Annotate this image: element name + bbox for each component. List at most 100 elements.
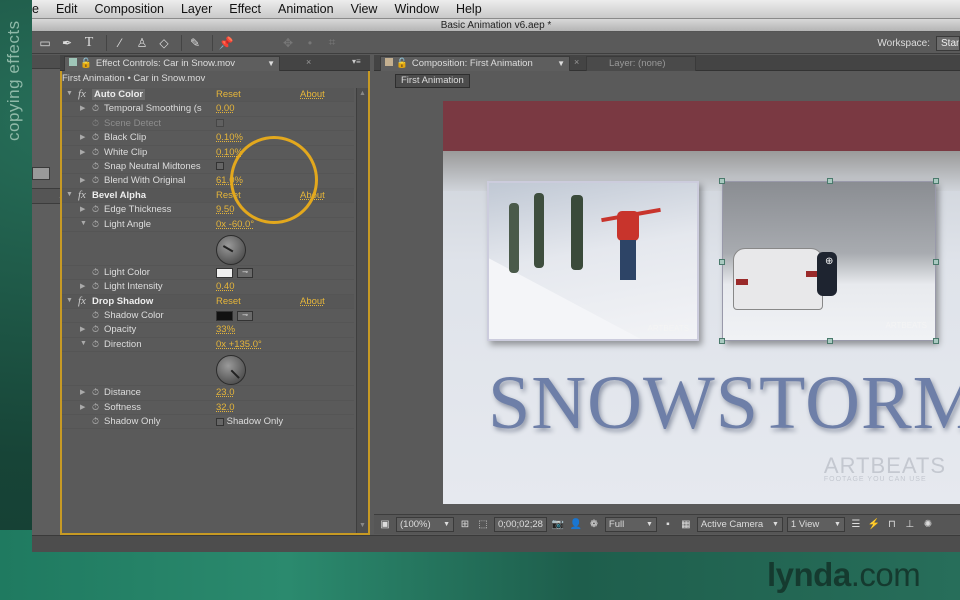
- about-link[interactable]: About: [300, 296, 325, 307]
- expand-triangle-icon[interactable]: ▼: [66, 191, 73, 198]
- property-value[interactable]: 0.00: [216, 103, 235, 114]
- roto-brush-tool-icon[interactable]: ✎: [186, 35, 204, 51]
- composition-viewer[interactable]: ARTBEATS ARTBEATS ⊕ SNOWSTORM ARTBEATS F…: [443, 101, 960, 504]
- expand-triangle-icon[interactable]: ▼: [66, 297, 73, 304]
- stopwatch-icon[interactable]: ⏱: [92, 132, 99, 143]
- always-preview-icon[interactable]: ▣: [378, 518, 392, 532]
- effect-drop-shadow[interactable]: ▼ fx Drop Shadow Reset About: [62, 294, 354, 310]
- workspace-dropdown[interactable]: Standard: [936, 36, 960, 51]
- lock-icon[interactable]: 🔓: [80, 58, 92, 69]
- magnification-dropdown[interactable]: (100%) ▼: [396, 517, 454, 532]
- tab-dropdown-icon[interactable]: ▼: [557, 57, 565, 71]
- transform-handle[interactable]: [933, 259, 939, 265]
- transform-handle[interactable]: [719, 178, 725, 184]
- timeline-icon[interactable]: ⊓: [885, 518, 899, 532]
- stopwatch-icon[interactable]: ⏱: [92, 416, 99, 427]
- property-value[interactable]: 23.0: [216, 387, 235, 398]
- property-value[interactable]: 9.50: [216, 204, 235, 215]
- current-time-field[interactable]: 0;00;02;28: [494, 517, 547, 532]
- stopwatch-icon[interactable]: ⏱: [92, 402, 99, 413]
- expand-triangle-icon[interactable]: ▶: [80, 148, 85, 156]
- stopwatch-icon[interactable]: ⏱: [92, 339, 99, 350]
- expand-triangle-icon[interactable]: ▼: [66, 90, 73, 97]
- stopwatch-icon[interactable]: ⏱: [92, 281, 99, 292]
- eyedropper-icon[interactable]: ⊸: [237, 311, 253, 322]
- clone-stamp-tool-icon[interactable]: ♙: [133, 35, 151, 51]
- property-value[interactable]: 33%: [216, 324, 235, 335]
- transform-handle[interactable]: [933, 338, 939, 344]
- brush-tool-icon[interactable]: ⁄: [111, 35, 129, 51]
- composition-navigator-button[interactable]: First Animation: [395, 74, 470, 88]
- tab-composition[interactable]: 🔓 Composition: First Animation ▼: [380, 56, 570, 71]
- stopwatch-icon[interactable]: ⏱: [92, 267, 99, 278]
- stopwatch-icon[interactable]: ⏱: [92, 175, 99, 186]
- expand-triangle-icon[interactable]: ▶: [80, 403, 85, 411]
- effect-auto-color[interactable]: ▼ fx Auto Color Reset About: [62, 88, 354, 103]
- expand-triangle-icon[interactable]: ▶: [80, 325, 85, 333]
- snapshot-camera-icon[interactable]: 📷: [551, 518, 565, 532]
- property-value[interactable]: 0x -60.0°: [216, 219, 254, 230]
- transform-handle[interactable]: [719, 259, 725, 265]
- property-value[interactable]: 0.40: [216, 281, 235, 292]
- pen-tool-icon[interactable]: ✒: [58, 35, 76, 51]
- expand-triangle-icon[interactable]: ▶: [80, 205, 85, 213]
- property-value[interactable]: 32.0: [216, 402, 235, 413]
- project-search-field[interactable]: [32, 167, 50, 180]
- property-value[interactable]: 0.10%: [216, 147, 243, 158]
- pixel-aspect-icon[interactable]: ☰: [849, 518, 863, 532]
- channel-rgb-icon[interactable]: ❁: [587, 518, 601, 532]
- fast-previews-icon[interactable]: ⚡: [867, 518, 881, 532]
- type-tool-icon[interactable]: T: [80, 35, 98, 51]
- property-value[interactable]: 0.10%: [216, 132, 243, 143]
- effect-bevel-alpha[interactable]: ▼ fx Bevel Alpha Reset About: [62, 188, 354, 204]
- resolution-dropdown[interactable]: Full ▼: [604, 517, 657, 532]
- transform-handle[interactable]: [933, 178, 939, 184]
- menu-view[interactable]: View: [351, 2, 378, 16]
- menu-help[interactable]: Help: [456, 2, 482, 16]
- effect-controls-scrollbar[interactable]: ▲ ▼: [356, 88, 368, 533]
- puppet-pin-tool-icon[interactable]: 📌: [217, 35, 235, 51]
- axis-mode-icon[interactable]: ✥: [279, 35, 297, 51]
- menu-window[interactable]: Window: [394, 2, 438, 16]
- property-value[interactable]: 61.0%: [216, 175, 243, 186]
- panel-menu-icon[interactable]: ▾≡: [352, 57, 361, 66]
- snap-neutral-midtones-checkbox[interactable]: [216, 161, 224, 172]
- stopwatch-icon[interactable]: ⏱: [92, 147, 99, 158]
- eraser-tool-icon[interactable]: ◇: [155, 35, 173, 51]
- flowchart-icon[interactable]: ⊥: [903, 518, 917, 532]
- world-axis-icon[interactable]: •: [301, 35, 319, 51]
- fx-toggle-icon[interactable]: fx: [78, 295, 86, 307]
- safe-zones-icon[interactable]: ⊞: [458, 518, 472, 532]
- expand-triangle-icon[interactable]: ▶: [80, 388, 85, 396]
- exposure-icon[interactable]: ✺: [921, 518, 935, 532]
- scroll-up-icon[interactable]: ▲: [359, 90, 366, 97]
- transform-handle[interactable]: [719, 338, 725, 344]
- fx-toggle-icon[interactable]: fx: [78, 88, 86, 100]
- reset-button[interactable]: Reset: [216, 296, 241, 307]
- tab-dropdown-icon[interactable]: ▼: [267, 57, 275, 71]
- collapse-triangle-icon[interactable]: ▼: [80, 340, 87, 347]
- light-color-swatch[interactable]: [216, 267, 233, 278]
- close-tab-icon[interactable]: ×: [306, 57, 311, 67]
- menu-edit[interactable]: Edit: [56, 2, 78, 16]
- about-link[interactable]: About: [300, 89, 325, 100]
- view-layout-dropdown[interactable]: 1 View ▼: [786, 517, 845, 532]
- light-angle-dial[interactable]: [216, 234, 246, 265]
- stopwatch-icon[interactable]: ⏱: [92, 310, 99, 321]
- menu-file[interactable]: e: [32, 2, 39, 16]
- expand-triangle-icon[interactable]: ▶: [80, 176, 85, 184]
- anchor-point-icon[interactable]: ⊕: [825, 256, 833, 267]
- stopwatch-icon[interactable]: ⏱: [92, 161, 99, 172]
- direction-dial[interactable]: [216, 355, 246, 386]
- stopwatch-icon[interactable]: ⏱: [92, 219, 99, 230]
- stopwatch-icon[interactable]: ⏱: [92, 324, 99, 335]
- shadow-color-swatch[interactable]: [216, 311, 233, 322]
- view-axis-icon[interactable]: ⌗: [323, 35, 341, 51]
- close-tab-icon[interactable]: ×: [574, 57, 579, 67]
- collapse-triangle-icon[interactable]: ▼: [80, 220, 87, 227]
- transparency-grid-icon[interactable]: ▦: [679, 518, 693, 532]
- fx-toggle-icon[interactable]: fx: [78, 189, 86, 201]
- stopwatch-icon[interactable]: ⏱: [92, 204, 99, 215]
- rectangle-tool-icon[interactable]: ▭: [36, 35, 54, 51]
- stopwatch-icon[interactable]: ⏱: [92, 103, 99, 114]
